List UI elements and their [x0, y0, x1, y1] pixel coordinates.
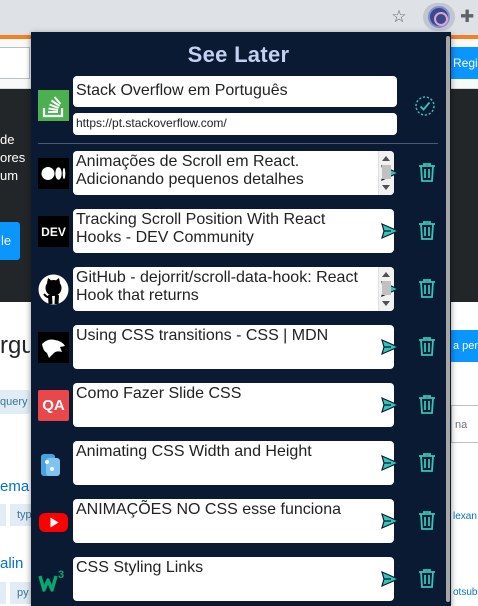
css-icon [38, 448, 69, 479]
svg-text:3: 3 [58, 569, 64, 581]
tag-chip[interactable] [0, 582, 6, 604]
popup-title: See Later [187, 42, 290, 67]
saved-link-title[interactable]: CSS Styling Links [73, 557, 394, 601]
new-link-url-input[interactable]: https://pt.stackoverflow.com/ [73, 113, 397, 135]
saved-link-title[interactable]: Animating CSS Width and Height [73, 441, 394, 485]
mdn-icon [38, 332, 69, 363]
delete-trash-icon[interactable] [416, 509, 438, 531]
popup-scroll-thumb[interactable] [446, 36, 450, 602]
medium-icon [38, 158, 69, 189]
hero-button[interactable]: le [0, 222, 20, 260]
divider [38, 143, 438, 144]
stackoverflow-icon [38, 90, 69, 121]
saved-link-title[interactable]: GitHub - dejorrit/scroll-data-hook: Reac… [73, 267, 394, 311]
tag-chip[interactable] [0, 504, 6, 526]
saved-link-title[interactable]: ANIMAÇÕES NO CSS esse funciona [73, 499, 394, 543]
tag-typ[interactable]: typ [10, 504, 32, 526]
filter-input[interactable]: na [451, 405, 478, 443]
site-search-input[interactable] [0, 47, 30, 79]
user-link[interactable]: lexan [453, 511, 478, 522]
open-link-send-icon[interactable] [379, 336, 401, 358]
delete-trash-icon[interactable] [416, 451, 438, 473]
see-later-extension-icon[interactable] [428, 6, 450, 28]
delete-trash-icon[interactable] [416, 219, 438, 241]
saved-link-title[interactable]: Using CSS transitions - CSS | MDN [73, 325, 394, 369]
popup-scrollbar[interactable] [445, 32, 451, 606]
open-link-send-icon[interactable] [379, 568, 401, 590]
ask-question-button[interactable]: a per [449, 330, 478, 362]
open-link-send-icon[interactable] [379, 394, 401, 416]
bookmark-star-icon[interactable]: ☆ [389, 7, 409, 27]
page-heading: rgu [0, 332, 30, 359]
w3schools-icon: 3 [38, 564, 69, 595]
question-link[interactable]: ema [0, 478, 30, 495]
tag-query[interactable]: query [0, 390, 30, 414]
saved-link-title[interactable]: Como Fazer Slide CSS [73, 383, 394, 427]
open-link-send-icon[interactable] [379, 220, 401, 242]
delete-trash-icon[interactable] [416, 335, 438, 357]
register-button[interactable]: Regi [448, 47, 478, 79]
user-link[interactable]: otsub [453, 587, 478, 598]
extensions-puzzle-icon[interactable]: ✚ [460, 7, 478, 27]
open-link-send-icon[interactable] [379, 452, 401, 474]
delete-trash-icon[interactable] [416, 161, 438, 183]
dev-icon: DEV [38, 216, 69, 247]
tag-py[interactable]: py [10, 582, 32, 604]
see-later-popup: See Later Stack Overflow em Português ht… [31, 32, 451, 606]
new-link-title-input[interactable]: Stack Overflow em Português [73, 76, 397, 107]
open-link-send-icon[interactable] [379, 510, 401, 532]
saved-link-title[interactable]: Animações de Scroll em React. Adicionand… [73, 151, 394, 195]
save-link-icon[interactable] [413, 94, 437, 118]
delete-trash-icon[interactable] [416, 567, 438, 589]
delete-trash-icon[interactable] [416, 277, 438, 299]
saved-link-title[interactable]: Tracking Scroll Position With React Hook… [73, 209, 394, 253]
github-icon [38, 274, 69, 305]
hero-text: de ores um [0, 132, 26, 183]
delete-trash-icon[interactable] [416, 393, 438, 415]
qa-icon: QA [38, 390, 69, 421]
youtube-icon [38, 506, 69, 537]
question-link[interactable]: alin [0, 555, 30, 572]
